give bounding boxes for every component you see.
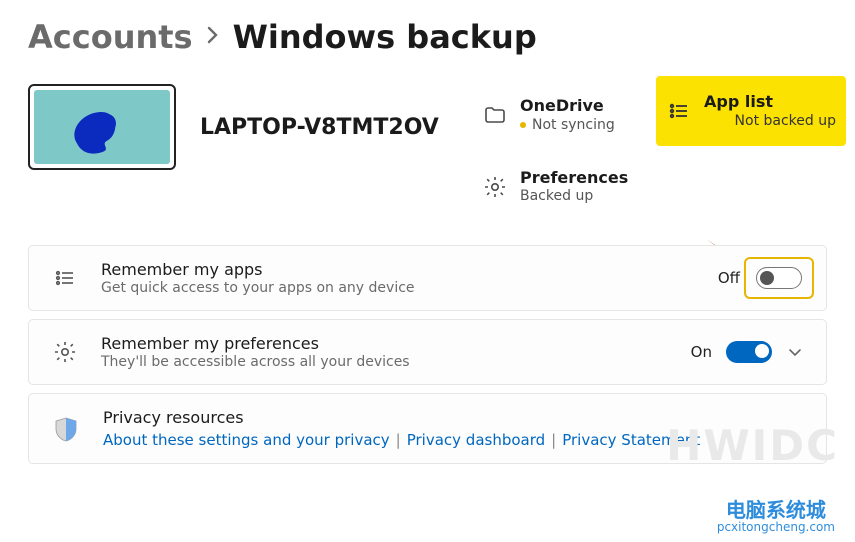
chevron-right-icon: [207, 25, 219, 49]
gear-icon: [51, 338, 79, 366]
card-subtitle: They'll be accessible across all your de…: [101, 354, 669, 370]
card-privacy-resources: Privacy resources About these settings a…: [28, 393, 827, 464]
privacy-link-about[interactable]: About these settings and your privacy: [103, 431, 390, 449]
status-sub: Not backed up: [704, 112, 836, 130]
card-remember-apps[interactable]: Remember my apps Get quick access to you…: [28, 245, 827, 311]
wallpaper-image: [48, 97, 157, 156]
chevron-down-icon[interactable]: [786, 343, 804, 361]
status-sub: Not syncing: [520, 116, 615, 134]
breadcrumb-parent[interactable]: Accounts: [28, 18, 193, 56]
watermark-small: 电脑系统城 pcxitongcheng.com: [717, 499, 835, 534]
device-name: LAPTOP-V8TMT2OV: [200, 115, 439, 140]
breadcrumb: Accounts Windows backup: [28, 0, 827, 56]
privacy-link-dashboard[interactable]: Privacy dashboard: [407, 431, 545, 449]
annotation-highlight-box: [744, 257, 814, 299]
card-title: Privacy resources: [103, 408, 804, 427]
remember-apps-toggle[interactable]: [756, 267, 802, 289]
card-subtitle: Get quick access to your apps on any dev…: [101, 280, 696, 296]
status-title: OneDrive: [520, 96, 615, 115]
list-icon: [51, 264, 79, 292]
status-applist[interactable]: App list Not backed up: [656, 76, 846, 146]
card-title: Remember my apps: [101, 260, 696, 279]
list-icon: [666, 98, 692, 124]
card-title: Remember my preferences: [101, 334, 669, 353]
status-title: App list: [704, 92, 836, 111]
device-block: LAPTOP-V8TMT2OV: [28, 84, 478, 170]
status-title: Preferences: [520, 168, 628, 187]
remember-preferences-toggle[interactable]: [726, 341, 772, 363]
shield-icon: [51, 414, 81, 444]
card-remember-preferences[interactable]: Remember my preferences They'll be acces…: [28, 319, 827, 385]
privacy-link-statement[interactable]: Privacy Statement: [562, 431, 700, 449]
status-onedrive[interactable]: OneDrive Not syncing: [478, 84, 648, 146]
status-preferences[interactable]: Preferences Backed up: [478, 168, 648, 205]
toggle-state-label: Off: [718, 269, 740, 287]
folder-icon: [482, 102, 508, 128]
status-sub: Backed up: [520, 187, 628, 205]
gear-icon: [482, 174, 508, 200]
breadcrumb-current: Windows backup: [233, 18, 537, 56]
device-thumbnail: [28, 84, 176, 170]
toggle-state-label: On: [691, 343, 712, 361]
